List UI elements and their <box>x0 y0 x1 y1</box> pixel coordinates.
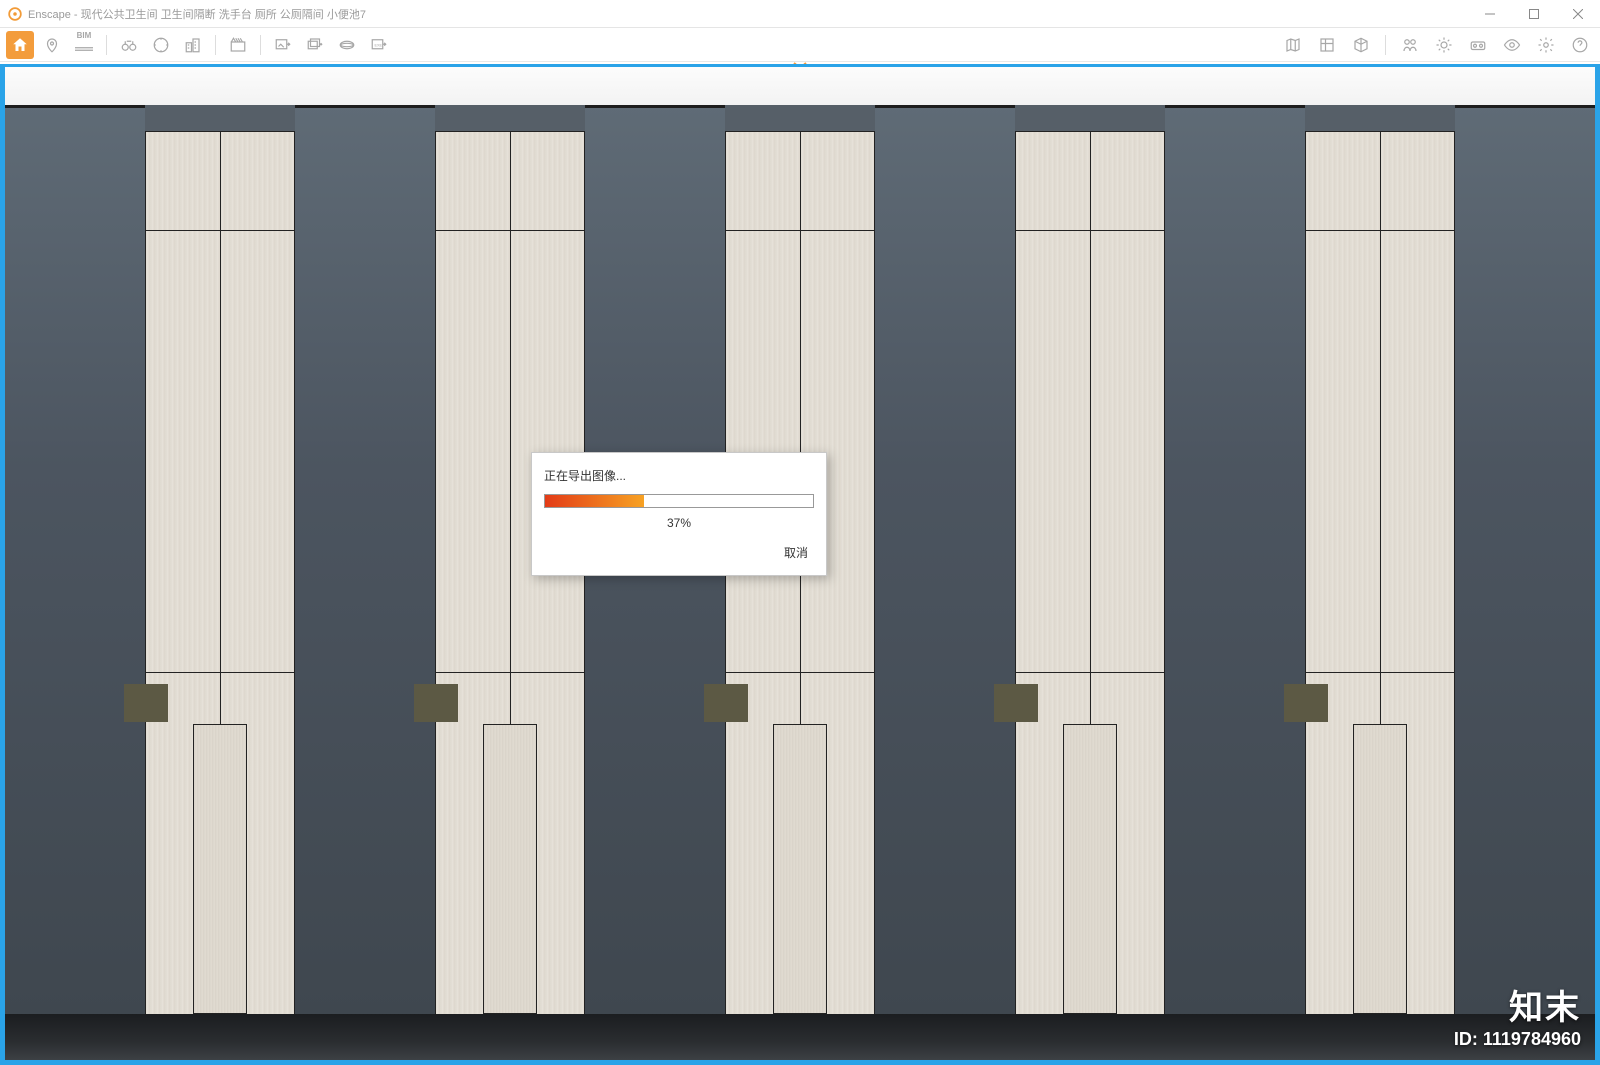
minimize-button[interactable] <box>1468 0 1512 28</box>
render-viewport: 正在导出图像... 37% 取消 知末 ID: 1119784960 <box>0 64 1600 1065</box>
window-controls <box>1468 0 1600 28</box>
watermark-id: ID: 1119784960 <box>1454 1029 1581 1050</box>
toolbar-separator <box>1385 35 1386 55</box>
toolbar-separator <box>260 35 261 55</box>
export-batch-icon[interactable] <box>301 31 329 59</box>
location-pin-icon[interactable] <box>38 31 66 59</box>
stall-panel <box>1305 105 1455 1014</box>
dialog-title: 正在导出图像... <box>544 467 814 484</box>
clapperboard-icon[interactable] <box>224 31 252 59</box>
bim-button[interactable]: BIM <box>70 31 98 59</box>
svg-text:EXE: EXE <box>375 43 383 47</box>
panorama-icon[interactable] <box>333 31 361 59</box>
collaboration-icon[interactable] <box>1396 31 1424 59</box>
vr-headset-icon[interactable] <box>1464 31 1492 59</box>
settings-icon[interactable] <box>1532 31 1560 59</box>
cancel-button[interactable]: 取消 <box>778 540 814 565</box>
toolbar-separator <box>106 35 107 55</box>
visibility-icon[interactable] <box>1498 31 1526 59</box>
map-icon[interactable] <box>1279 31 1307 59</box>
progress-percent: 37% <box>544 516 814 530</box>
sun-icon[interactable] <box>1430 31 1458 59</box>
home-button[interactable] <box>6 31 34 59</box>
stall-panel <box>1015 105 1165 1014</box>
toolbar: BIM EXE <box>0 28 1600 62</box>
progress-bar <box>544 494 814 508</box>
watermark: 知末 ID: 1119784960 <box>1454 980 1581 1050</box>
buildings-icon[interactable] <box>179 31 207 59</box>
close-button[interactable] <box>1556 0 1600 28</box>
ceiling <box>5 67 1595 105</box>
export-exe-icon[interactable]: EXE <box>365 31 393 59</box>
help-icon[interactable] <box>1566 31 1594 59</box>
binoculars-icon[interactable] <box>115 31 143 59</box>
watermark-brand: 知末 <box>1454 980 1581 1029</box>
export-progress-dialog: 正在导出图像... 37% 取消 <box>531 452 827 576</box>
floor <box>5 1014 1595 1060</box>
window-title: Enscape - 现代公共卫生间 卫生间隔断 洗手台 厕所 公厕隔间 小便池7 <box>28 6 1468 22</box>
compass-icon[interactable] <box>147 31 175 59</box>
stall-panel <box>145 105 295 1014</box>
export-image-icon[interactable] <box>269 31 297 59</box>
asset-library-icon[interactable] <box>1313 31 1341 59</box>
toolbar-separator <box>215 35 216 55</box>
titlebar: Enscape - 现代公共卫生间 卫生间隔断 洗手台 厕所 公厕隔间 小便池7 <box>0 0 1600 28</box>
maximize-button[interactable] <box>1512 0 1556 28</box>
materials-icon[interactable] <box>1347 31 1375 59</box>
app-logo-icon <box>8 7 22 21</box>
progress-fill <box>545 495 644 507</box>
